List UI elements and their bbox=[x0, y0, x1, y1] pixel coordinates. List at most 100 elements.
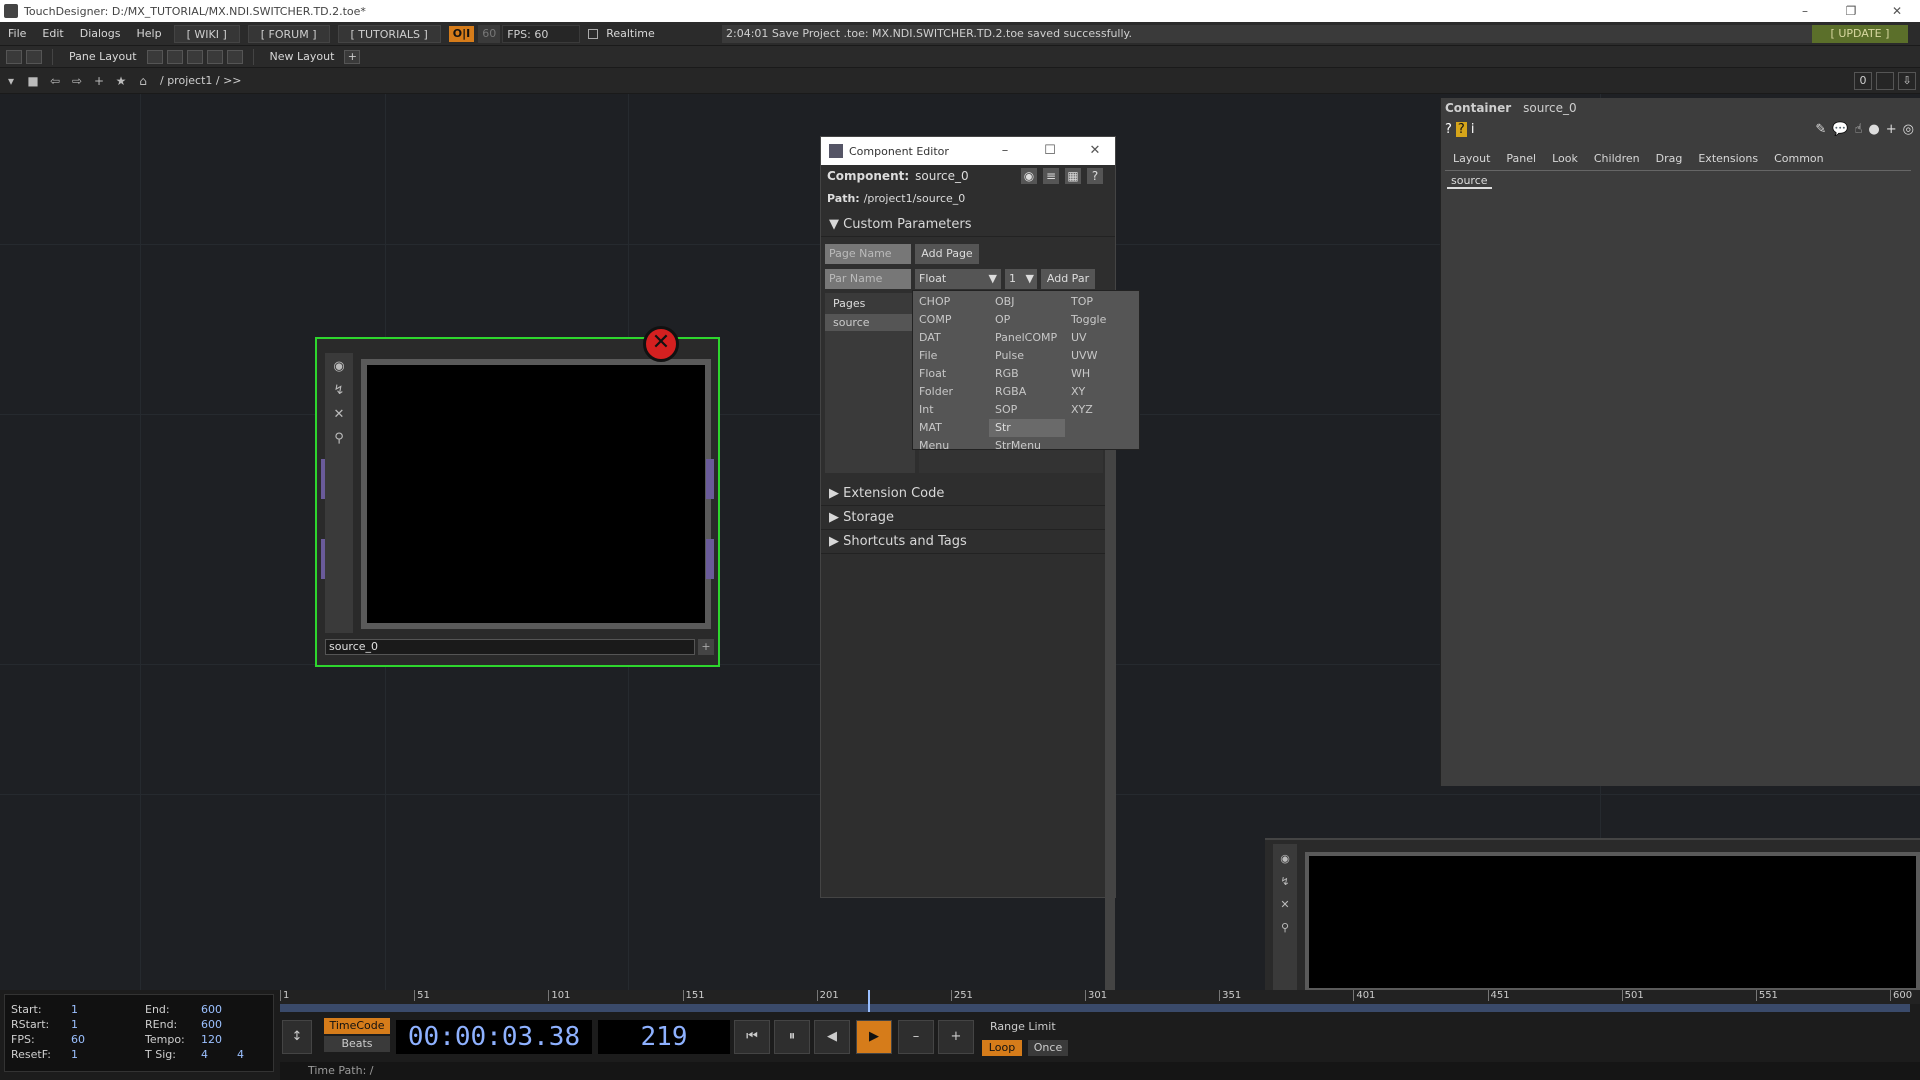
dropdown-option-top[interactable]: TOP bbox=[1065, 293, 1141, 311]
time-path[interactable]: Time Path: / bbox=[280, 1062, 1920, 1080]
cursor-icon[interactable]: ☝ bbox=[1854, 122, 1862, 137]
new-layout-button[interactable]: + bbox=[344, 49, 361, 64]
tab-panel[interactable]: Panel bbox=[1498, 150, 1544, 168]
dropdown-option-strmenu[interactable]: StrMenu bbox=[989, 437, 1065, 455]
help-icon[interactable]: ? bbox=[1445, 122, 1452, 137]
dropdown-option-uvw[interactable]: UVW bbox=[1065, 347, 1141, 365]
update-button[interactable]: [ UPDATE ] bbox=[1812, 25, 1908, 43]
node-add-button[interactable]: + bbox=[698, 639, 714, 655]
viewer-toggle-icon[interactable]: ◉ bbox=[1273, 852, 1297, 865]
dropdown-option-float[interactable]: Float bbox=[913, 365, 989, 383]
forward-arrow-icon[interactable]: ⇨ bbox=[68, 72, 86, 90]
close-button[interactable]: ✕ bbox=[1075, 137, 1115, 165]
rend-value[interactable]: 600 bbox=[201, 1018, 222, 1031]
dropdown-option-op[interactable]: OP bbox=[989, 311, 1065, 329]
dropdown-option-file[interactable]: File bbox=[913, 347, 989, 365]
lock-icon[interactable]: ⚲ bbox=[329, 429, 349, 449]
dropdown-option-comp[interactable]: COMP bbox=[913, 311, 989, 329]
maximize-button[interactable]: ☐ bbox=[1030, 137, 1070, 165]
star-icon[interactable]: ★ bbox=[112, 72, 130, 90]
tempo-value[interactable]: 120 bbox=[201, 1033, 222, 1046]
custom-parameters-section[interactable]: ▼ Custom Parameters bbox=[821, 213, 1115, 237]
playhead[interactable] bbox=[867, 990, 870, 1012]
python-icon[interactable]: ● bbox=[1868, 122, 1879, 137]
layout-single-icon[interactable] bbox=[146, 49, 163, 64]
minimize-button[interactable]: – bbox=[985, 137, 1025, 165]
step-back-icon[interactable]: – bbox=[898, 1020, 934, 1054]
dropdown-option-rgba[interactable]: RGBA bbox=[989, 383, 1065, 401]
cook-flag-icon[interactable]: ↯ bbox=[329, 381, 349, 401]
add-par-button[interactable]: Add Par bbox=[1041, 269, 1095, 289]
par-name-input[interactable]: Par Name bbox=[825, 269, 911, 289]
fps-value[interactable]: 60 bbox=[71, 1033, 85, 1046]
dropdown-option-panelcomp[interactable]: PanelCOMP bbox=[989, 329, 1065, 347]
chevron-down-icon[interactable]: ▾ bbox=[2, 72, 20, 90]
tsig-b-value[interactable]: 4 bbox=[237, 1048, 244, 1061]
rstart-value[interactable]: 1 bbox=[71, 1018, 78, 1031]
fps-target[interactable]: 60 bbox=[478, 24, 501, 43]
info-icon[interactable]: i bbox=[1471, 122, 1475, 137]
beats-button[interactable]: Beats bbox=[324, 1036, 390, 1052]
download-icon[interactable]: ⇩ bbox=[1898, 72, 1916, 90]
plus-icon[interactable]: + bbox=[1886, 122, 1897, 137]
menu-dialogs[interactable]: Dialogs bbox=[72, 22, 129, 46]
dropdown-option-uv[interactable]: UV bbox=[1065, 329, 1141, 347]
edit-icon[interactable]: ✎ bbox=[1815, 122, 1826, 137]
page-name-input[interactable]: Page Name bbox=[825, 244, 911, 264]
list-icon[interactable]: ≡ bbox=[1043, 168, 1059, 184]
bypass-icon[interactable]: ✕ bbox=[1273, 898, 1297, 911]
output-connector[interactable] bbox=[706, 539, 714, 579]
pane-type-icon[interactable] bbox=[6, 49, 22, 64]
realtime-checkbox[interactable] bbox=[588, 28, 599, 39]
add-icon[interactable]: + bbox=[90, 72, 108, 90]
page-item-source[interactable]: source bbox=[825, 314, 915, 331]
storage-section[interactable]: ▶ Storage bbox=[821, 506, 1105, 530]
once-button[interactable]: Once bbox=[1028, 1040, 1068, 1056]
home-square-icon[interactable]: ■ bbox=[24, 72, 42, 90]
output-connector[interactable] bbox=[706, 459, 714, 499]
extension-code-section[interactable]: ▶ Extension Code bbox=[821, 482, 1105, 506]
grid-icon[interactable]: ▦ bbox=[1065, 168, 1081, 184]
dropdown-option-toggle[interactable]: Toggle bbox=[1065, 311, 1141, 329]
resetf-value[interactable]: 1 bbox=[71, 1048, 78, 1061]
help-icon[interactable]: ? bbox=[1087, 168, 1103, 184]
network-path[interactable]: / project1 / >> bbox=[160, 74, 242, 87]
layout-three-icon[interactable] bbox=[206, 49, 223, 64]
close-button[interactable]: ✕ bbox=[1874, 0, 1920, 22]
node-viewer[interactable] bbox=[1305, 852, 1920, 992]
tab-children[interactable]: Children bbox=[1586, 150, 1648, 168]
dropdown-option-mat[interactable]: MAT bbox=[913, 419, 989, 437]
eye-icon[interactable]: ◉ bbox=[1021, 168, 1037, 184]
parameter-panel[interactable]: Container source_0 ? ? i ✎ 💬 ☝ ● + ◎ Lay… bbox=[1440, 98, 1920, 786]
maximize-pane-icon[interactable] bbox=[1876, 72, 1894, 90]
home-icon[interactable]: ⌂ bbox=[134, 72, 152, 90]
node-name-field[interactable]: source_0 bbox=[325, 639, 695, 655]
tab-common[interactable]: Common bbox=[1766, 150, 1832, 168]
dropdown-option-str[interactable]: Str bbox=[989, 419, 1065, 437]
target-icon[interactable]: ◎ bbox=[1903, 122, 1914, 137]
add-page-button[interactable]: Add Page bbox=[915, 244, 979, 264]
layout-four-icon[interactable] bbox=[226, 49, 243, 64]
frame-display[interactable]: 219 bbox=[598, 1020, 730, 1054]
restore-button[interactable]: ❐ bbox=[1828, 0, 1874, 22]
par-size-select[interactable]: 1 ▼ bbox=[1005, 269, 1037, 289]
timeline-range-bar[interactable] bbox=[280, 1004, 1910, 1012]
component-editor-window[interactable]: Component Editor – ☐ ✕ Component: source… bbox=[820, 136, 1116, 993]
container-node-source-0[interactable]: ◉ ↯ ✕ ⚲ source_0 + bbox=[315, 337, 720, 667]
dropdown-option-menu[interactable]: Menu bbox=[913, 437, 989, 455]
dropdown-option-dat[interactable]: DAT bbox=[913, 329, 989, 347]
tutorials-button[interactable]: [ TUTORIALS ] bbox=[337, 24, 441, 43]
rewind-icon[interactable]: ⏮ bbox=[734, 1020, 770, 1054]
tab-drag[interactable]: Drag bbox=[1648, 150, 1691, 168]
python-help-icon[interactable]: ? bbox=[1455, 122, 1467, 137]
par-type-select[interactable]: Float ▼ bbox=[915, 269, 1001, 289]
menu-help[interactable]: Help bbox=[129, 22, 170, 46]
component-editor-titlebar[interactable]: Component Editor – ☐ ✕ bbox=[821, 137, 1115, 165]
layout-split-h-icon[interactable] bbox=[186, 49, 203, 64]
tab-extensions[interactable]: Extensions bbox=[1690, 150, 1766, 168]
dropdown-option-int[interactable]: Int bbox=[913, 401, 989, 419]
wiki-button[interactable]: [ WIKI ] bbox=[173, 24, 240, 43]
start-value[interactable]: 1 bbox=[71, 1003, 78, 1016]
reverse-play-icon[interactable]: ◀ bbox=[814, 1020, 850, 1054]
dropdown-option-wh[interactable]: WH bbox=[1065, 365, 1141, 383]
